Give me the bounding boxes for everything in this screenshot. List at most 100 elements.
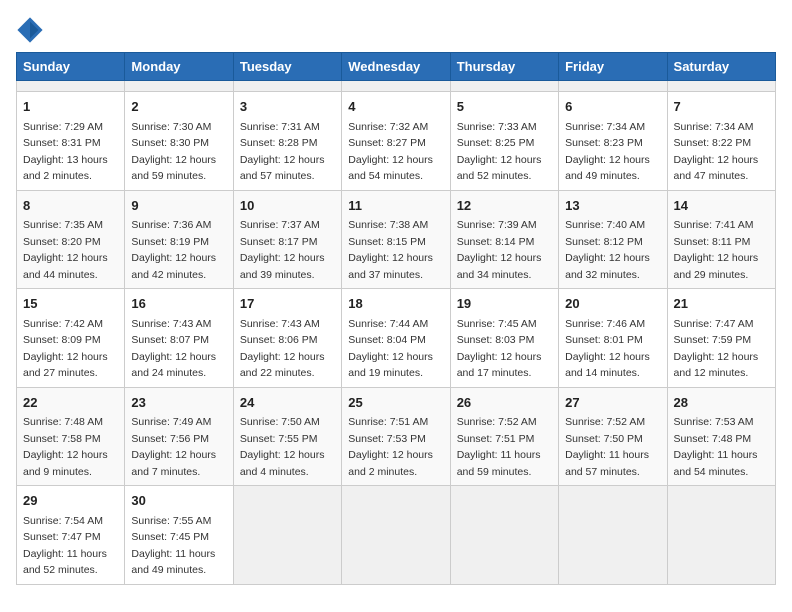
day-info: Sunrise: 7:33 AMSunset: 8:25 PMDaylight:… (457, 121, 542, 183)
calendar-cell (559, 81, 667, 92)
calendar-table: SundayMondayTuesdayWednesdayThursdayFrid… (16, 52, 776, 585)
calendar-week-row: 29 Sunrise: 7:54 AMSunset: 7:47 PMDaylig… (17, 486, 776, 585)
calendar-cell: 10 Sunrise: 7:37 AMSunset: 8:17 PMDaylig… (233, 190, 341, 289)
calendar-cell: 20 Sunrise: 7:46 AMSunset: 8:01 PMDaylig… (559, 289, 667, 388)
day-info: Sunrise: 7:41 AMSunset: 8:11 PMDaylight:… (674, 219, 759, 281)
day-number: 16 (131, 294, 226, 314)
header-thursday: Thursday (450, 53, 558, 81)
calendar-cell (559, 486, 667, 585)
calendar-cell: 9 Sunrise: 7:36 AMSunset: 8:19 PMDayligh… (125, 190, 233, 289)
day-number: 30 (131, 491, 226, 511)
calendar-cell (233, 486, 341, 585)
calendar-cell: 23 Sunrise: 7:49 AMSunset: 7:56 PMDaylig… (125, 387, 233, 486)
calendar-cell: 5 Sunrise: 7:33 AMSunset: 8:25 PMDayligh… (450, 92, 558, 191)
day-number: 1 (23, 97, 118, 117)
day-info: Sunrise: 7:45 AMSunset: 8:03 PMDaylight:… (457, 318, 542, 380)
day-info: Sunrise: 7:47 AMSunset: 7:59 PMDaylight:… (674, 318, 759, 380)
day-info: Sunrise: 7:38 AMSunset: 8:15 PMDaylight:… (348, 219, 433, 281)
day-number: 12 (457, 196, 552, 216)
calendar-cell: 22 Sunrise: 7:48 AMSunset: 7:58 PMDaylig… (17, 387, 125, 486)
calendar-week-row: 15 Sunrise: 7:42 AMSunset: 8:09 PMDaylig… (17, 289, 776, 388)
page-header (16, 16, 776, 44)
day-number: 17 (240, 294, 335, 314)
day-info: Sunrise: 7:34 AMSunset: 8:22 PMDaylight:… (674, 121, 759, 183)
day-number: 7 (674, 97, 769, 117)
day-info: Sunrise: 7:51 AMSunset: 7:53 PMDaylight:… (348, 416, 433, 478)
day-number: 28 (674, 393, 769, 413)
day-number: 22 (23, 393, 118, 413)
day-info: Sunrise: 7:48 AMSunset: 7:58 PMDaylight:… (23, 416, 108, 478)
calendar-cell: 29 Sunrise: 7:54 AMSunset: 7:47 PMDaylig… (17, 486, 125, 585)
day-info: Sunrise: 7:34 AMSunset: 8:23 PMDaylight:… (565, 121, 650, 183)
calendar-cell: 19 Sunrise: 7:45 AMSunset: 8:03 PMDaylig… (450, 289, 558, 388)
day-number: 10 (240, 196, 335, 216)
calendar-cell: 7 Sunrise: 7:34 AMSunset: 8:22 PMDayligh… (667, 92, 775, 191)
calendar-cell: 4 Sunrise: 7:32 AMSunset: 8:27 PMDayligh… (342, 92, 450, 191)
day-number: 27 (565, 393, 660, 413)
day-number: 26 (457, 393, 552, 413)
day-number: 8 (23, 196, 118, 216)
header-saturday: Saturday (667, 53, 775, 81)
day-info: Sunrise: 7:37 AMSunset: 8:17 PMDaylight:… (240, 219, 325, 281)
day-info: Sunrise: 7:35 AMSunset: 8:20 PMDaylight:… (23, 219, 108, 281)
calendar-cell: 6 Sunrise: 7:34 AMSunset: 8:23 PMDayligh… (559, 92, 667, 191)
day-number: 6 (565, 97, 660, 117)
header-monday: Monday (125, 53, 233, 81)
calendar-cell (342, 486, 450, 585)
calendar-cell: 26 Sunrise: 7:52 AMSunset: 7:51 PMDaylig… (450, 387, 558, 486)
day-info: Sunrise: 7:49 AMSunset: 7:56 PMDaylight:… (131, 416, 216, 478)
calendar-cell: 24 Sunrise: 7:50 AMSunset: 7:55 PMDaylig… (233, 387, 341, 486)
day-number: 5 (457, 97, 552, 117)
day-number: 9 (131, 196, 226, 216)
calendar-cell: 12 Sunrise: 7:39 AMSunset: 8:14 PMDaylig… (450, 190, 558, 289)
calendar-week-row: 8 Sunrise: 7:35 AMSunset: 8:20 PMDayligh… (17, 190, 776, 289)
day-info: Sunrise: 7:39 AMSunset: 8:14 PMDaylight:… (457, 219, 542, 281)
calendar-week-row: 1 Sunrise: 7:29 AMSunset: 8:31 PMDayligh… (17, 92, 776, 191)
calendar-cell: 27 Sunrise: 7:52 AMSunset: 7:50 PMDaylig… (559, 387, 667, 486)
calendar-cell: 3 Sunrise: 7:31 AMSunset: 8:28 PMDayligh… (233, 92, 341, 191)
day-info: Sunrise: 7:55 AMSunset: 7:45 PMDaylight:… (131, 515, 215, 577)
day-info: Sunrise: 7:46 AMSunset: 8:01 PMDaylight:… (565, 318, 650, 380)
calendar-cell: 25 Sunrise: 7:51 AMSunset: 7:53 PMDaylig… (342, 387, 450, 486)
calendar-cell (17, 81, 125, 92)
calendar-cell: 15 Sunrise: 7:42 AMSunset: 8:09 PMDaylig… (17, 289, 125, 388)
day-info: Sunrise: 7:52 AMSunset: 7:50 PMDaylight:… (565, 416, 649, 478)
calendar-cell: 17 Sunrise: 7:43 AMSunset: 8:06 PMDaylig… (233, 289, 341, 388)
header-wednesday: Wednesday (342, 53, 450, 81)
calendar-cell: 21 Sunrise: 7:47 AMSunset: 7:59 PMDaylig… (667, 289, 775, 388)
day-info: Sunrise: 7:36 AMSunset: 8:19 PMDaylight:… (131, 219, 216, 281)
day-number: 18 (348, 294, 443, 314)
calendar-cell: 1 Sunrise: 7:29 AMSunset: 8:31 PMDayligh… (17, 92, 125, 191)
calendar-cell (450, 486, 558, 585)
day-number: 25 (348, 393, 443, 413)
day-number: 29 (23, 491, 118, 511)
calendar-cell: 30 Sunrise: 7:55 AMSunset: 7:45 PMDaylig… (125, 486, 233, 585)
day-number: 3 (240, 97, 335, 117)
logo (16, 16, 48, 44)
calendar-cell: 8 Sunrise: 7:35 AMSunset: 8:20 PMDayligh… (17, 190, 125, 289)
calendar-week-row (17, 81, 776, 92)
day-info: Sunrise: 7:52 AMSunset: 7:51 PMDaylight:… (457, 416, 541, 478)
header-friday: Friday (559, 53, 667, 81)
day-info: Sunrise: 7:40 AMSunset: 8:12 PMDaylight:… (565, 219, 650, 281)
day-number: 21 (674, 294, 769, 314)
calendar-cell (667, 81, 775, 92)
day-number: 11 (348, 196, 443, 216)
calendar-cell (125, 81, 233, 92)
header-tuesday: Tuesday (233, 53, 341, 81)
day-number: 23 (131, 393, 226, 413)
day-number: 20 (565, 294, 660, 314)
header-sunday: Sunday (17, 53, 125, 81)
calendar-cell: 11 Sunrise: 7:38 AMSunset: 8:15 PMDaylig… (342, 190, 450, 289)
calendar-header-row: SundayMondayTuesdayWednesdayThursdayFrid… (17, 53, 776, 81)
calendar-cell (667, 486, 775, 585)
calendar-cell: 13 Sunrise: 7:40 AMSunset: 8:12 PMDaylig… (559, 190, 667, 289)
calendar-cell: 2 Sunrise: 7:30 AMSunset: 8:30 PMDayligh… (125, 92, 233, 191)
day-info: Sunrise: 7:42 AMSunset: 8:09 PMDaylight:… (23, 318, 108, 380)
day-number: 4 (348, 97, 443, 117)
day-info: Sunrise: 7:43 AMSunset: 8:07 PMDaylight:… (131, 318, 216, 380)
day-info: Sunrise: 7:31 AMSunset: 8:28 PMDaylight:… (240, 121, 325, 183)
logo-icon (16, 16, 44, 44)
day-number: 24 (240, 393, 335, 413)
calendar-week-row: 22 Sunrise: 7:48 AMSunset: 7:58 PMDaylig… (17, 387, 776, 486)
